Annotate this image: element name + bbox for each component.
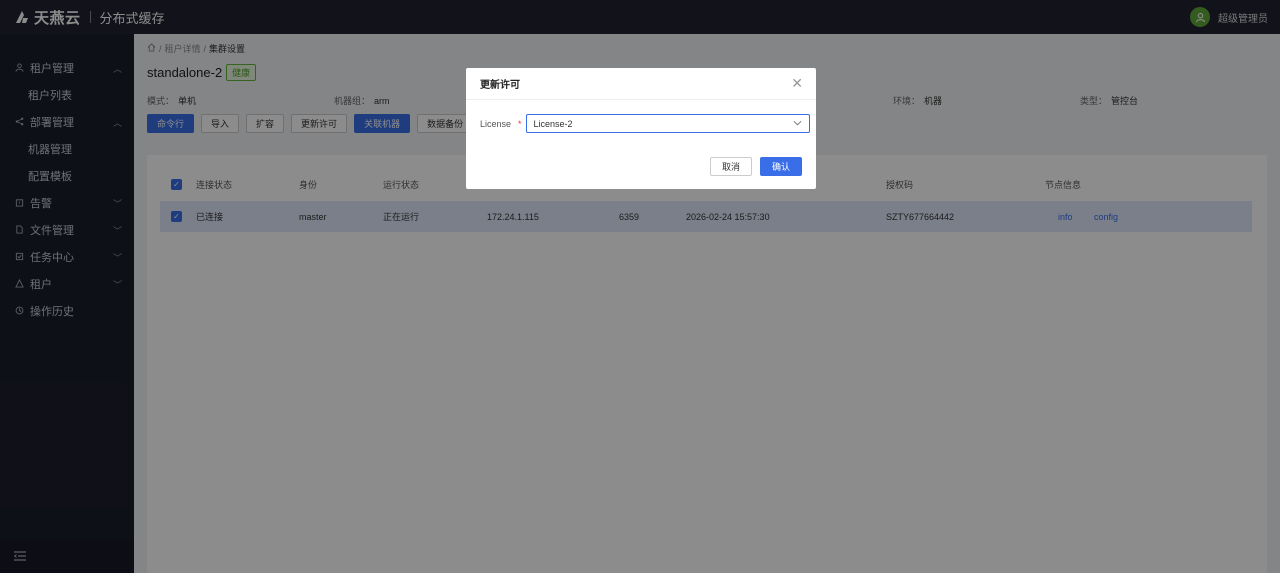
confirm-button[interactable]: 确认 <box>759 157 802 176</box>
license-selected-value: License-2 <box>533 118 573 129</box>
dialog-title: 更新许可 <box>480 80 520 91</box>
license-label: License <box>480 118 512 129</box>
dialog-footer: 取消 确认 <box>709 157 802 176</box>
close-icon[interactable]: ✕ <box>791 76 803 90</box>
license-select[interactable]: License-2 <box>525 114 810 133</box>
chevron-down-icon <box>793 119 802 128</box>
license-form-row: License * License-2 <box>480 114 810 133</box>
dialog-header: 更新许可 ✕ <box>466 68 816 100</box>
update-license-dialog: 更新许可 ✕ License * License-2 取消 确认 <box>466 68 816 189</box>
cancel-button[interactable]: 取消 <box>709 157 752 176</box>
required-mark: * <box>518 118 522 129</box>
